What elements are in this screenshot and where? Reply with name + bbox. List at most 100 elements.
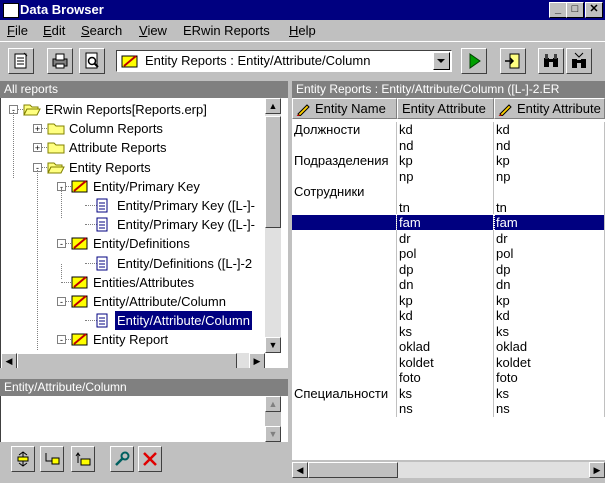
grid-cell[interactable] xyxy=(292,354,397,370)
maximize-button[interactable]: □ xyxy=(566,2,584,18)
grid-cell[interactable] xyxy=(292,215,397,231)
details-scrollbar[interactable]: ▲ ▼ xyxy=(265,396,281,442)
grid-cell[interactable]: pol xyxy=(494,246,605,262)
scroll-left-icon[interactable]: ◀ xyxy=(1,353,17,368)
grid-cell[interactable] xyxy=(292,230,397,246)
grid-cell[interactable]: koldet xyxy=(397,354,494,370)
delete-button[interactable] xyxy=(138,446,162,472)
grid-cell[interactable]: tn xyxy=(397,199,494,215)
tree-item[interactable]: - Entity/Definitions xyxy=(1,234,265,253)
grid-cell[interactable]: dr xyxy=(397,230,494,246)
grid-cell[interactable] xyxy=(292,323,397,339)
grid-cell[interactable]: dp xyxy=(494,261,605,277)
tree-item[interactable]: - ERwin Reports[Reports.erp] xyxy=(1,100,265,119)
menu-edit[interactable]: Edit xyxy=(43,23,65,38)
grid-cell[interactable]: kd xyxy=(397,308,494,324)
tree-item[interactable]: Entity/Primary Key ([L-]- xyxy=(1,215,265,234)
grid-cell[interactable]: np xyxy=(397,168,494,184)
grid-cell[interactable] xyxy=(292,292,397,308)
find-next-button[interactable] xyxy=(566,48,592,74)
tree-item[interactable]: - Entity/Primary Key xyxy=(1,177,265,196)
grid-cell[interactable]: ks xyxy=(397,385,494,401)
grid-cell[interactable]: Должности xyxy=(292,122,397,138)
collapse-icon[interactable]: - xyxy=(57,335,66,345)
indent-button[interactable] xyxy=(40,446,64,472)
find-button[interactable] xyxy=(538,48,564,74)
grid-cell[interactable] xyxy=(292,246,397,262)
tree-item[interactable]: + Attribute Reports xyxy=(1,138,265,157)
grid-cell[interactable] xyxy=(292,401,397,417)
dropdown-arrow-icon[interactable] xyxy=(433,52,450,70)
grid-cell[interactable] xyxy=(292,168,397,184)
grid-cell[interactable] xyxy=(494,184,605,200)
menu-file[interactable]: File xyxy=(7,23,28,38)
grid-cell[interactable]: Подразделения xyxy=(292,153,397,169)
grid-cell[interactable]: dn xyxy=(494,277,605,293)
tree-item[interactable]: - Entity Reports xyxy=(1,158,265,177)
menu-erwin-reports[interactable]: ERwin Reports xyxy=(183,23,270,38)
grid-cell[interactable] xyxy=(292,339,397,355)
app-icon[interactable] xyxy=(3,3,19,18)
grid-cell[interactable]: fam xyxy=(396,214,495,232)
export-button[interactable] xyxy=(500,48,526,74)
grid-cell[interactable]: ks xyxy=(494,385,605,401)
scroll-right-icon[interactable]: ▶ xyxy=(589,462,605,478)
move-button[interactable] xyxy=(11,446,35,472)
scroll-down-icon[interactable]: ▼ xyxy=(265,337,281,353)
grid-cell[interactable]: kp xyxy=(494,292,605,308)
scroll-left-icon[interactable]: ◀ xyxy=(292,462,308,478)
tree-horizontal-scrollbar[interactable]: ◀ ▶ xyxy=(1,353,265,368)
outdent-button[interactable] xyxy=(71,446,95,472)
grid-cell[interactable]: tn xyxy=(494,199,605,215)
grid-cell[interactable]: kd xyxy=(397,122,494,138)
grid-cell[interactable]: dr xyxy=(494,230,605,246)
grid-cell[interactable]: Специальности xyxy=(292,385,397,401)
expand-icon[interactable]: + xyxy=(33,143,42,153)
grid-cell[interactable]: oklad xyxy=(397,339,494,355)
grid-cell[interactable]: kp xyxy=(494,153,605,169)
grid-cell[interactable]: fam xyxy=(493,214,605,232)
run-report-button[interactable] xyxy=(461,48,487,74)
close-button[interactable]: ✕ xyxy=(585,2,603,18)
scroll-down-icon[interactable]: ▼ xyxy=(265,426,281,442)
grid-cell[interactable] xyxy=(292,199,397,215)
menu-view[interactable]: View xyxy=(139,23,167,38)
grid-cell[interactable] xyxy=(292,370,397,386)
column-header-entity-attribute[interactable]: Entity Attribute xyxy=(397,98,494,119)
grid-cell[interactable]: oklad xyxy=(494,339,605,355)
grid-cell[interactable] xyxy=(292,277,397,293)
grid-cell[interactable]: kp xyxy=(397,292,494,308)
expand-icon[interactable]: + xyxy=(33,124,42,134)
grid-cell[interactable] xyxy=(397,184,494,200)
grid-cell[interactable]: nd xyxy=(397,137,494,153)
tree-item[interactable]: + Column Reports xyxy=(1,119,265,138)
report-tree[interactable]: - ERwin Reports[Reports.erp] + Column Repor… xyxy=(0,98,288,368)
scroll-up-icon[interactable]: ▲ xyxy=(265,98,281,114)
grid-cell[interactable] xyxy=(292,137,397,153)
grid-cell[interactable]: foto xyxy=(397,370,494,386)
collapse-icon[interactable]: - xyxy=(57,297,66,307)
grid-cell[interactable] xyxy=(292,308,397,324)
print-preview-button[interactable] xyxy=(79,48,105,74)
tree-item[interactable]: - Entity Report xyxy=(1,330,265,349)
grid-horizontal-scrollbar[interactable]: ◀ ▶ xyxy=(292,462,605,478)
grid-cell[interactable]: kd xyxy=(494,308,605,324)
column-header-entity-name[interactable]: Entity Name xyxy=(292,98,397,119)
minimize-button[interactable]: _ xyxy=(549,2,567,18)
menu-search[interactable]: Search xyxy=(81,23,122,38)
tree-item[interactable]: Entities/Attributes xyxy=(1,273,265,292)
properties-button[interactable] xyxy=(110,446,134,472)
grid-cell[interactable]: ns xyxy=(494,401,605,417)
print-button[interactable] xyxy=(47,48,73,74)
grid-cell[interactable]: dp xyxy=(397,261,494,277)
scroll-right-icon[interactable]: ▶ xyxy=(249,353,265,368)
menu-help[interactable]: Help xyxy=(289,23,316,38)
tree-vertical-scrollbar[interactable]: ▲ ▼ xyxy=(265,98,281,353)
grid-cell[interactable]: kd xyxy=(494,122,605,138)
grid-cell[interactable]: Сотрудники xyxy=(292,184,397,200)
scroll-up-icon[interactable]: ▲ xyxy=(265,396,281,412)
grid-cell[interactable]: nd xyxy=(494,137,605,153)
grid-cell[interactable]: foto xyxy=(494,370,605,386)
grid-cell[interactable]: kp xyxy=(397,153,494,169)
grid-cell[interactable]: dn xyxy=(397,277,494,293)
